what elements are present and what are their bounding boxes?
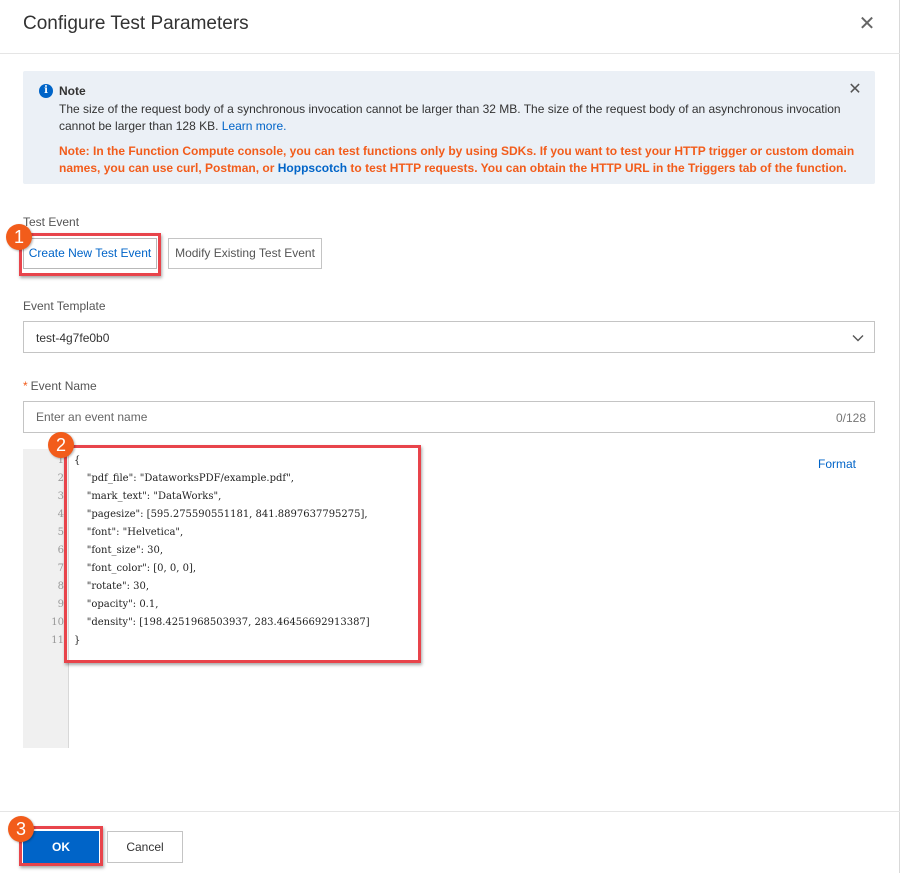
note-text: The size of the request body of a synchr…: [59, 101, 849, 135]
code-line[interactable]: "font_size": 30,: [74, 545, 163, 556]
code-line[interactable]: "font_color": [0, 0, 0],: [74, 563, 196, 574]
format-button[interactable]: Format: [818, 457, 856, 471]
code-line[interactable]: "pagesize": [595.275590551181, 841.88976…: [74, 509, 368, 520]
code-line[interactable]: "mark_text": "DataWorks",: [74, 491, 222, 502]
line-number: 2: [57, 473, 64, 484]
event-name-field[interactable]: 0/128: [23, 401, 875, 433]
line-number: 11: [51, 635, 64, 646]
event-name-label: * Event Name: [23, 379, 97, 393]
line-number: 6: [57, 545, 64, 556]
code-line[interactable]: {: [74, 455, 80, 466]
line-number: 3: [57, 491, 64, 502]
dialog-title: Configure Test Parameters: [23, 13, 249, 34]
code-line[interactable]: "pdf_file": "DataworksPDF/example.pdf",: [74, 473, 294, 484]
line-number-gutter: 1 2 3 4 5 6 7 8 9 10 11: [23, 449, 69, 748]
required-mark: *: [23, 379, 28, 393]
note-close-icon[interactable]: ✕: [847, 82, 863, 98]
event-template-value: test-4g7fe0b0: [36, 331, 110, 345]
step-marker-2: 2: [48, 432, 74, 458]
line-number: 8: [57, 581, 64, 592]
modify-existing-test-event-button[interactable]: Modify Existing Test Event: [168, 238, 322, 269]
create-new-test-event-button[interactable]: Create New Test Event: [23, 238, 157, 269]
code-line[interactable]: "opacity": 0.1,: [74, 599, 159, 610]
event-name-label-text: Event Name: [30, 379, 97, 393]
hoppscotch-link[interactable]: Hoppscotch: [278, 161, 347, 175]
note-body: The size of the request body of a synchr…: [59, 102, 841, 133]
step-marker-3: 3: [8, 816, 34, 842]
close-icon[interactable]: ✕: [856, 14, 878, 36]
event-template-select[interactable]: test-4g7fe0b0: [23, 321, 875, 353]
info-icon: i: [39, 84, 53, 98]
event-template-label: Event Template: [23, 299, 106, 313]
char-counter: 0/128: [835, 411, 866, 425]
learn-more-link[interactable]: Learn more.: [222, 119, 287, 133]
code-editor[interactable]: 1 2 3 4 5 6 7 8 9 10 11 { "pdf_file": "DataworksPD…: [23, 449, 875, 748]
note-title: Note: [59, 84, 86, 98]
ok-button[interactable]: OK: [23, 831, 99, 863]
dialog-header: Configure Test Parameters ✕: [0, 0, 900, 54]
event-name-input[interactable]: [24, 402, 804, 432]
step-marker-1: 1: [6, 224, 32, 250]
cancel-button[interactable]: Cancel: [107, 831, 183, 863]
note-warning: Note: In the Function Compute console, y…: [59, 143, 859, 177]
test-event-label: Test Event: [23, 215, 80, 229]
code-line[interactable]: "rotate": 30,: [74, 581, 149, 592]
line-number: 4: [57, 509, 64, 520]
note-banner: i Note ✕ The size of the request body of…: [23, 71, 875, 184]
dialog-footer: OK Cancel: [0, 811, 900, 873]
configure-test-dialog: Configure Test Parameters ✕ i Note ✕ The…: [0, 0, 900, 873]
chevron-down-icon: [852, 335, 864, 342]
line-number: 9: [57, 599, 64, 610]
line-number: 10: [51, 617, 64, 628]
code-line[interactable]: "font": "Helvetica",: [74, 527, 184, 538]
code-line[interactable]: }: [74, 635, 80, 646]
line-number: 5: [57, 527, 64, 538]
warning-text-2: to test HTTP requests. You can obtain th…: [347, 161, 847, 175]
line-number: 7: [57, 563, 64, 574]
code-line[interactable]: "density": [198.4251968503937, 283.46456…: [74, 617, 370, 628]
